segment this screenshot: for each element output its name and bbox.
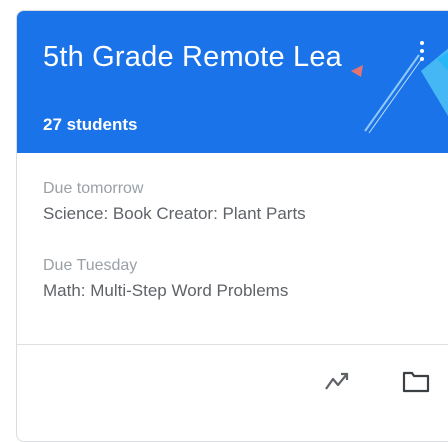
- due-date: Due Tuesday: [43, 257, 138, 274]
- more-vert-icon: [420, 41, 424, 45]
- class-card-header[interactable]: 5th Grade Remote Lea 27 students: [17, 11, 448, 153]
- student-count: 27 students: [43, 115, 138, 134]
- open-gradebook-button[interactable]: [323, 366, 353, 396]
- class-title[interactable]: 5th Grade Remote Lea: [43, 41, 342, 74]
- assignment-title[interactable]: Science: Book Creator: Plant Parts: [43, 202, 443, 226]
- open-folder-button[interactable]: [401, 366, 431, 396]
- assignment-item[interactable]: Due Tuesday Math: Multi-Step Word Proble…: [43, 256, 443, 303]
- folder-icon: [402, 371, 430, 393]
- card-divider: [17, 344, 448, 345]
- assignment-item[interactable]: Due tomorrow Science: Book Creator: Plan…: [43, 179, 443, 226]
- assignment-title[interactable]: Math: Multi-Step Word Problems: [43, 279, 443, 303]
- more-options-button[interactable]: [410, 37, 434, 67]
- class-card: 5th Grade Remote Lea 27 students Due tom…: [16, 10, 448, 442]
- upcoming-assignments: Due tomorrow Science: Book Creator: Plan…: [43, 179, 443, 333]
- trending-up-icon: [325, 372, 349, 390]
- due-date: Due tomorrow: [43, 180, 144, 197]
